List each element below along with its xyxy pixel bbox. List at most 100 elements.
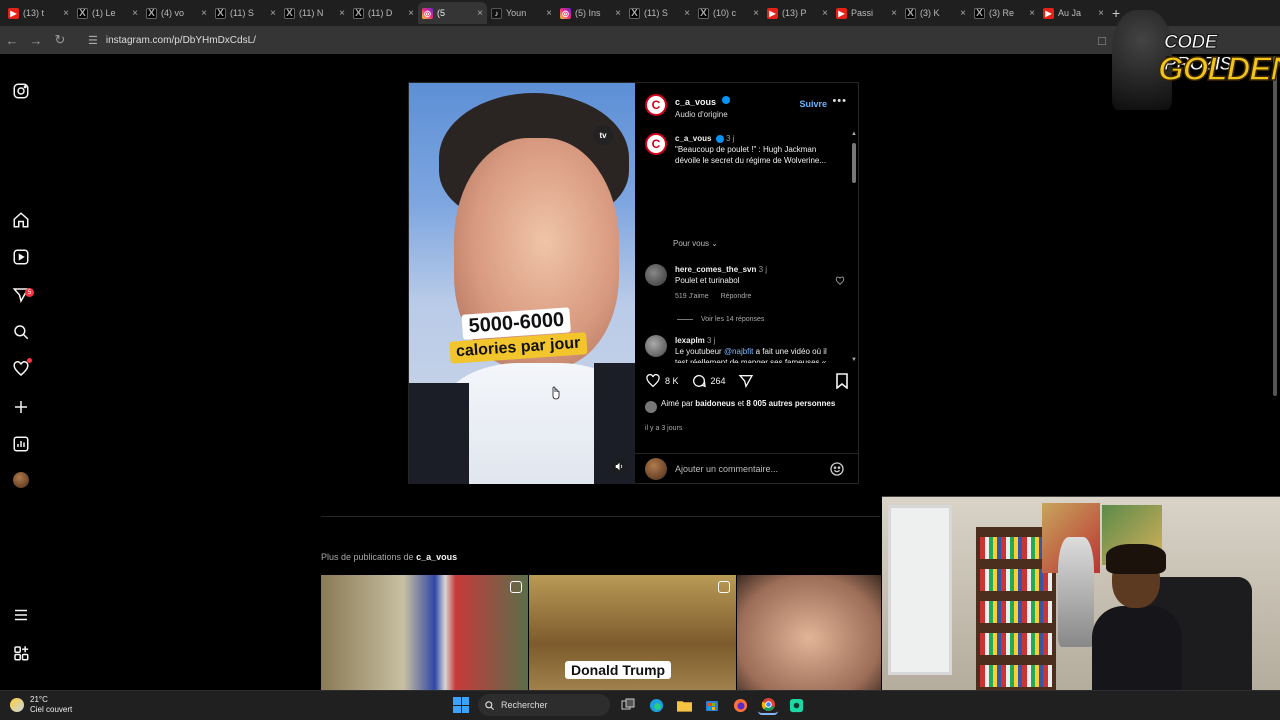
caption-avatar[interactable]: C [645,133,667,155]
close-tab-icon[interactable]: × [960,8,966,19]
follow-button[interactable]: Suivre [799,99,827,109]
close-tab-icon[interactable]: × [63,8,69,19]
instagram-icon: ◎ [560,7,571,19]
close-tab-icon[interactable]: × [1098,8,1104,19]
forward-icon[interactable]: → [24,28,48,52]
close-tab-icon[interactable]: × [408,8,414,19]
weather-widget[interactable]: 21°C Ciel couvert [10,695,72,715]
share-icon[interactable] [738,373,754,389]
post-thumbnail[interactable]: Donald Trump [529,575,736,690]
liked-by-user[interactable]: baidoneus [695,399,735,408]
browser-tab[interactable]: ◎ (5 × [418,2,487,24]
windows-start-icon[interactable] [452,696,470,714]
profile-avatar[interactable] [13,472,29,488]
close-tab-icon[interactable]: × [1029,8,1035,19]
dashboard-icon[interactable] [11,434,31,454]
search-icon[interactable] [11,322,31,342]
browser-tab[interactable]: ▶ (13) t × [4,2,73,24]
commenter-username[interactable]: lexaplm [675,336,705,345]
scrollbar-thumb[interactable] [852,143,856,183]
messages-icon[interactable]: 5 [11,285,34,305]
edge-icon[interactable] [646,695,666,715]
browser-tab[interactable]: X (4) vo × [142,2,211,24]
author-username[interactable]: c_a_vous [675,97,716,107]
reel-video[interactable]: tv 5000-6000 calories par jour [409,83,635,484]
instagram-logo-icon[interactable] [11,81,31,101]
browser-tab[interactable]: X (11) S × [625,2,694,24]
save-bookmark-icon[interactable] [835,373,849,389]
reply-button[interactable]: Répondre [721,293,752,300]
app-icon[interactable] [786,695,806,715]
liked-by-others[interactable]: 8 005 autres personnes [746,399,835,408]
file-explorer-icon[interactable] [674,695,694,715]
close-tab-icon[interactable]: × [477,8,483,19]
home-icon[interactable] [11,210,31,230]
author-avatar[interactable]: C [645,94,667,116]
like-heart-icon[interactable] [645,373,661,389]
menu-icon[interactable] [11,605,31,625]
volume-icon[interactable] [611,458,627,474]
comment-like-icon[interactable] [835,276,845,286]
mention-link[interactable]: @najbfit [724,347,753,356]
browser-tab[interactable]: X (11) D × [349,2,418,24]
scroll-up-icon[interactable]: ▲ [851,131,857,137]
comment-item: lexaplm 3 j Le youtubeur @najbfit a fait… [645,335,841,363]
close-tab-icon[interactable]: × [684,8,690,19]
store-icon[interactable] [702,695,722,715]
back-icon[interactable]: ← [0,28,24,52]
more-posts-username[interactable]: c_a_vous [416,552,457,562]
emoji-icon[interactable] [829,461,845,477]
browser-tab[interactable]: X (10) c × [694,2,763,24]
close-tab-icon[interactable]: × [822,8,828,19]
comments-count[interactable]: 264 [711,376,726,386]
firefox-icon[interactable] [730,695,750,715]
caption-username[interactable]: c_a_vous [675,134,711,143]
more-apps-icon[interactable] [11,643,31,663]
browser-tab-label: (3) K [920,8,940,18]
browser-tab[interactable]: ▶ Au Ja × [1039,2,1108,24]
close-tab-icon[interactable]: × [270,8,276,19]
comment-likes[interactable]: 519 J'aime [675,293,709,300]
task-view-icon[interactable] [618,695,638,715]
close-tab-icon[interactable]: × [132,8,138,19]
close-tab-icon[interactable]: × [201,8,207,19]
close-tab-icon[interactable]: × [546,8,552,19]
post-thumbnail[interactable] [321,575,528,690]
audio-label[interactable]: Audio d'origine [675,110,730,119]
comments-section[interactable]: C c_a_vous 3 j "Beaucoup de poulet !" : … [635,127,859,363]
browser-tab[interactable]: ◎ (5) Ins × [556,2,625,24]
taskbar-search[interactable]: Rechercher [478,694,610,716]
comments-scrollbar[interactable]: ▲ ▼ [851,131,857,363]
browser-tab[interactable]: X (1) Le × [73,2,142,24]
comment-bubble-icon[interactable] [691,373,707,389]
reels-icon[interactable] [11,247,31,267]
browser-tab[interactable]: X (3) Re × [970,2,1039,24]
create-plus-icon[interactable] [11,397,31,417]
likes-count[interactable]: 8 K [665,376,679,386]
browser-tab[interactable]: X (11) S × [211,2,280,24]
browser-tab[interactable]: X (3) K × [901,2,970,24]
close-tab-icon[interactable]: × [753,8,759,19]
notifications-heart-icon[interactable] [11,358,32,379]
address-bar[interactable]: ☰ instagram.com/p/DbYHmDxCdsL/ [82,29,1082,51]
view-replies-button[interactable]: Voir les 14 réponses [677,316,764,323]
more-options-icon[interactable]: ••• [832,95,847,107]
close-tab-icon[interactable]: × [891,8,897,19]
youtube-icon: ▶ [836,7,847,19]
browser-tab[interactable]: X (11) N × [280,2,349,24]
browser-tab[interactable]: ▶ (13) P × [763,2,832,24]
close-tab-icon[interactable]: × [339,8,345,19]
reload-icon[interactable]: ↻ [48,28,72,52]
browser-tab[interactable]: ♪ Youn × [487,2,556,24]
comment-item: here_comes_the_svn 3 j Poulet et turinab… [645,264,841,302]
post-thumbnail[interactable] [737,575,881,690]
comment-sort-dropdown[interactable]: Pour vous ⌄ [673,239,718,248]
add-comment-input[interactable]: Ajouter un commentaire... [675,464,778,474]
chrome-icon[interactable] [758,695,778,715]
commenter-username[interactable]: here_comes_the_svn [675,265,756,274]
commenter-avatar[interactable] [645,264,667,286]
close-tab-icon[interactable]: × [615,8,621,19]
site-info-icon[interactable]: ☰ [88,34,98,47]
browser-tab[interactable]: ▶ Passi × [832,2,901,24]
commenter-avatar[interactable] [645,335,667,357]
